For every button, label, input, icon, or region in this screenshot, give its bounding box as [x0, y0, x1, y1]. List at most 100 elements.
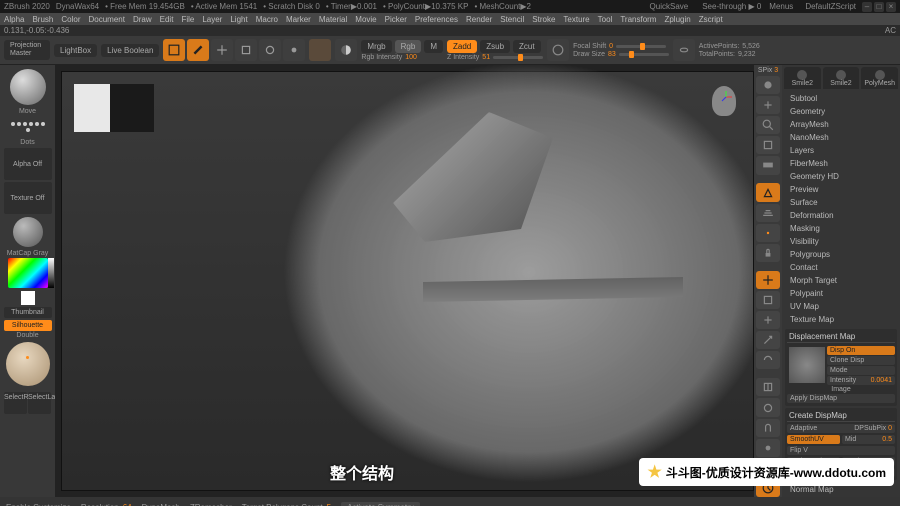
menu-item[interactable]: File — [181, 15, 194, 24]
quicksave-button[interactable]: QuickSave — [650, 2, 689, 11]
gizmo-button[interactable] — [283, 39, 305, 61]
scale-mode-button[interactable] — [235, 39, 257, 61]
aahalf-button[interactable] — [756, 156, 780, 174]
menu-item[interactable]: Edit — [160, 15, 174, 24]
brush-swatch[interactable] — [10, 69, 46, 105]
thumbnail-preview[interactable] — [6, 342, 50, 386]
menu-item[interactable]: Preferences — [415, 15, 458, 24]
scale-button[interactable] — [756, 331, 780, 349]
menu-item[interactable]: Picker — [385, 15, 407, 24]
palette-item[interactable]: Preview — [786, 183, 896, 196]
tool-tab[interactable]: Smile2 — [823, 67, 860, 89]
zremesher-button[interactable]: ZRemesher — [190, 503, 232, 506]
menu-item[interactable]: Layer — [202, 15, 222, 24]
bpr-button[interactable] — [756, 76, 780, 94]
menu-item[interactable]: Stencil — [500, 15, 524, 24]
enable-customize[interactable]: Enable Customize — [6, 503, 71, 506]
palette-item[interactable]: Subtool — [786, 92, 896, 105]
menu-item[interactable]: Alpha — [4, 15, 24, 24]
draw-size-slider[interactable] — [619, 53, 669, 56]
palette-item[interactable]: Polypaint — [786, 287, 896, 300]
menu-item[interactable]: Color — [61, 15, 80, 24]
rotate-button[interactable] — [756, 351, 780, 369]
focal-shift-value[interactable]: 0 — [609, 43, 613, 50]
polyframe-button[interactable] — [756, 378, 780, 396]
scroll-button[interactable] — [756, 96, 780, 114]
spix-value[interactable]: 3 — [774, 67, 778, 74]
menu-item[interactable]: Material — [319, 15, 347, 24]
texture-off-button[interactable]: Texture Off — [4, 182, 52, 214]
adaptive-button[interactable]: AdaptiveDPSubPix 0 — [787, 424, 895, 433]
select-lasso-button[interactable]: SelectLa — [28, 392, 51, 414]
persp-button[interactable] — [756, 183, 780, 201]
lock-cam-button[interactable] — [756, 244, 780, 262]
menu-item[interactable]: Stroke — [532, 15, 555, 24]
palette-item[interactable]: Deformation — [786, 209, 896, 222]
minimize-icon[interactable]: – — [862, 2, 872, 12]
floor-button[interactable] — [756, 204, 780, 222]
m-button[interactable]: M — [424, 40, 443, 53]
maximize-icon[interactable]: □ — [874, 2, 884, 12]
default-zscript[interactable]: DefaultZScript — [805, 2, 856, 11]
dynamesh-button[interactable]: DynaMesh — [142, 503, 180, 506]
menu-item[interactable]: Document — [89, 15, 125, 24]
z-intensity-value[interactable]: 51 — [482, 54, 490, 61]
local-button[interactable] — [756, 224, 780, 242]
menu-item[interactable]: Macro — [256, 15, 278, 24]
gizmo-3d-button[interactable] — [756, 271, 780, 289]
palette-item[interactable]: Polygroups — [786, 248, 896, 261]
rgb-button[interactable]: Rgb — [395, 40, 422, 53]
nav-head[interactable] — [703, 80, 745, 122]
rgb-intensity-value[interactable]: 100 — [405, 54, 417, 61]
mode-toggle[interactable] — [335, 39, 357, 61]
move-mode-button[interactable] — [211, 39, 233, 61]
dynamic-button[interactable] — [673, 39, 695, 61]
intensity-slider[interactable]: Intensity0.0041 — [827, 376, 895, 385]
menu-item[interactable]: Draw — [133, 15, 152, 24]
mid-slider[interactable]: Mid0.5 — [842, 435, 895, 444]
palette-item[interactable]: Surface — [786, 196, 896, 209]
rotate-mode-button[interactable] — [259, 39, 281, 61]
color-picker[interactable] — [8, 258, 48, 288]
activate-symmetry-button[interactable]: Activate Symmetry — [341, 502, 420, 506]
disp-map-header[interactable]: Displacement Map — [787, 331, 895, 343]
reference-image[interactable] — [74, 84, 154, 132]
live-boolean-button[interactable]: Live Boolean — [101, 44, 159, 57]
menu-item[interactable]: Transform — [620, 15, 656, 24]
actual-button[interactable] — [756, 136, 780, 154]
palette-item[interactable]: Visibility — [786, 235, 896, 248]
move-button[interactable] — [756, 311, 780, 329]
z-intensity-slider[interactable] — [493, 56, 543, 59]
menu-item[interactable]: Brush — [32, 15, 53, 24]
zsub-button[interactable]: Zsub — [480, 40, 510, 53]
draw-mode-button[interactable] — [187, 39, 209, 61]
disp-on-button[interactable]: Disp On — [827, 346, 895, 355]
menu-item[interactable]: Render — [466, 15, 492, 24]
palette-item[interactable]: NanoMesh — [786, 131, 896, 144]
tool-tab[interactable]: Smile2 — [784, 67, 821, 89]
ghost-button[interactable] — [756, 419, 780, 437]
palette-item[interactable]: Vector Displacement Map — [786, 496, 896, 497]
zadd-button[interactable]: Zadd — [447, 40, 477, 53]
transp-button[interactable] — [756, 398, 780, 416]
resolution-value[interactable]: 64 — [123, 503, 132, 506]
material-swatch[interactable] — [13, 217, 43, 247]
palette-item[interactable]: UV Map — [786, 300, 896, 313]
palette-item[interactable]: Layers — [786, 144, 896, 157]
palette-item[interactable]: Contact — [786, 261, 896, 274]
silhouette-button[interactable]: Silhouette — [4, 320, 52, 331]
close-icon[interactable]: × — [886, 2, 896, 12]
palette-item[interactable]: FiberMesh — [786, 157, 896, 170]
flipv-button[interactable]: Flip V — [787, 446, 895, 455]
apply-dispmap-button[interactable]: Apply DispMap — [787, 394, 895, 403]
menu-item[interactable]: Movie — [355, 15, 376, 24]
see-through[interactable]: See-through ▶ 0 — [702, 2, 761, 11]
palette-item[interactable]: Masking — [786, 222, 896, 235]
mrgb-button[interactable]: Mrgb — [361, 40, 391, 53]
thumbnail-button[interactable]: Thumbnail — [4, 307, 52, 318]
disp-map-thumb[interactable] — [789, 347, 825, 383]
mode-button[interactable]: Mode — [827, 366, 895, 375]
zoom-button[interactable] — [756, 116, 780, 134]
tool-tab[interactable]: PolyMesh — [861, 67, 898, 89]
canvas-area[interactable] — [55, 65, 754, 497]
